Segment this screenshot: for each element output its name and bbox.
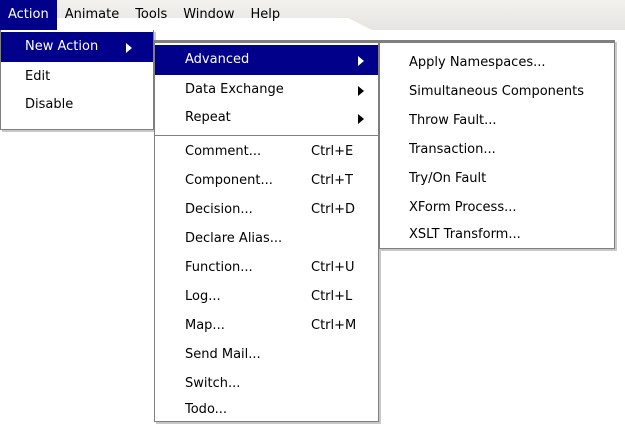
menu-item-label: Comment... — [185, 144, 262, 159]
menu-item-label: Data Exchange — [185, 82, 284, 97]
menu-item-label: Repeat — [185, 110, 231, 125]
submenu-arrow-icon — [358, 56, 364, 66]
menu-item-label: Transaction... — [409, 142, 496, 157]
menu-item-label: Declare Alias... — [185, 231, 283, 246]
menu-item-label: Edit — [25, 69, 51, 84]
menu-item-label: XSLT Transform... — [409, 227, 521, 242]
menu-item-shortcut: Ctrl+L — [311, 289, 353, 304]
menu-item-log[interactable]: Log... Ctrl+L — [155, 282, 378, 312]
menu-window-label: Window — [183, 7, 235, 22]
menu-item-disable[interactable]: Disable — [1, 90, 153, 120]
menu-item-xform-process[interactable]: XForm Process... — [380, 193, 614, 223]
menu-item-map[interactable]: Map... Ctrl+M — [155, 311, 378, 341]
advanced-submenu: Apply Namespaces... Simultaneous Compone… — [379, 40, 615, 249]
menu-item-label: Component... — [185, 173, 273, 188]
action-menu: New Action Edit Disable — [0, 30, 154, 130]
menu-item-shortcut: Ctrl+T — [311, 173, 353, 188]
menu-tools[interactable]: Tools — [127, 0, 175, 30]
new-action-submenu: Advanced Data Exchange Repeat Comment...… — [154, 40, 379, 422]
menu-item-label: XForm Process... — [409, 200, 517, 215]
menu-item-new-action[interactable]: New Action — [1, 32, 153, 62]
menu-item-decision[interactable]: Decision... Ctrl+D — [155, 195, 378, 225]
menu-item-repeat[interactable]: Repeat — [155, 103, 378, 133]
menu-animate-label: Animate — [64, 7, 120, 22]
menu-item-label: Decision... — [185, 202, 253, 217]
menu-separator — [155, 135, 378, 136]
menu-item-todo[interactable]: Todo... — [155, 395, 378, 425]
menu-item-edit[interactable]: Edit — [1, 62, 153, 92]
menu-item-label: Throw Fault... — [409, 113, 497, 128]
menu-item-label: Map... — [185, 318, 225, 333]
menu-item-function[interactable]: Function... Ctrl+U — [155, 253, 378, 283]
menu-help[interactable]: Help — [243, 0, 289, 30]
menu-window[interactable]: Window — [175, 0, 242, 30]
menu-action-label: Action — [8, 7, 49, 22]
menu-item-shortcut: Ctrl+U — [311, 260, 355, 275]
menu-item-label: New Action — [25, 39, 99, 54]
menu-item-send-mail[interactable]: Send Mail... — [155, 340, 378, 370]
menu-item-comment[interactable]: Comment... Ctrl+E — [155, 137, 378, 167]
menu-item-label: Disable — [25, 97, 74, 112]
menu-item-label: Simultaneous Components — [409, 84, 585, 99]
menu-item-xslt-transform[interactable]: XSLT Transform... — [380, 220, 614, 250]
menu-item-simultaneous-components[interactable]: Simultaneous Components — [380, 77, 614, 107]
menu-item-shortcut: Ctrl+E — [311, 144, 354, 159]
menu-item-declare-alias[interactable]: Declare Alias... — [155, 224, 378, 254]
submenu-arrow-icon — [358, 86, 364, 96]
submenu-arrow-icon — [126, 43, 132, 53]
menu-item-label: Advanced — [185, 52, 250, 67]
menu-item-label: Log... — [185, 289, 221, 304]
menu-item-data-exchange[interactable]: Data Exchange — [155, 75, 378, 105]
menu-item-transaction[interactable]: Transaction... — [380, 135, 614, 165]
menu-item-label: Apply Namespaces... — [409, 55, 546, 70]
submenu-arrow-icon — [358, 114, 364, 124]
menu-bar: Action Animate Tools Window Help — [0, 0, 625, 32]
menu-help-label: Help — [250, 7, 281, 22]
menu-item-component[interactable]: Component... Ctrl+T — [155, 166, 378, 196]
menu-item-throw-fault[interactable]: Throw Fault... — [380, 106, 614, 136]
menu-item-try-on-fault[interactable]: Try/On Fault — [380, 164, 614, 194]
menu-tools-label: Tools — [135, 7, 168, 22]
menu-item-label: Todo... — [185, 402, 228, 417]
menu-animate[interactable]: Animate — [57, 0, 127, 30]
menu-item-label: Function... — [185, 260, 253, 275]
menu-item-advanced[interactable]: Advanced — [155, 45, 378, 75]
menu-item-shortcut: Ctrl+M — [311, 318, 357, 333]
menu-item-label: Try/On Fault — [409, 171, 487, 186]
menu-item-label: Send Mail... — [185, 347, 261, 362]
menu-action[interactable]: Action — [0, 0, 57, 32]
menu-item-apply-namespaces[interactable]: Apply Namespaces... — [380, 48, 614, 78]
menu-item-shortcut: Ctrl+D — [311, 202, 356, 217]
